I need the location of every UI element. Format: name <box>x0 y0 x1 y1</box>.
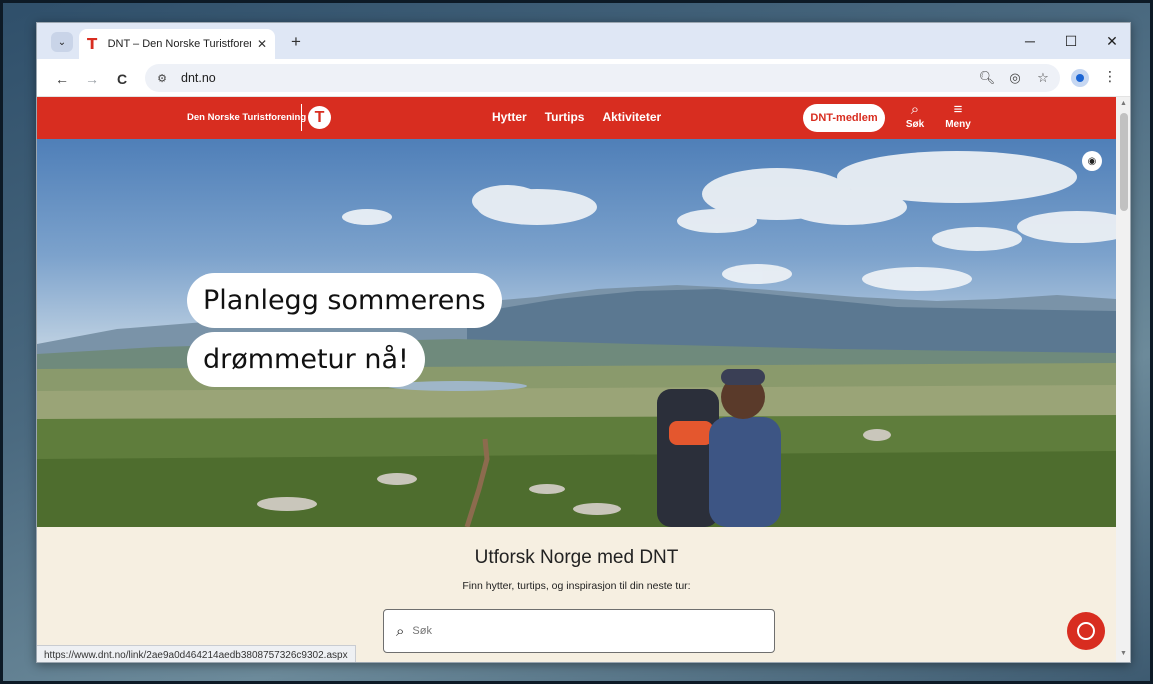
menu-button[interactable]: ≡ Meny <box>942 101 974 131</box>
status-bar-url: https://www.dnt.no/link/2ae9a0d464214aed… <box>37 645 356 662</box>
search-icon: ⌕ <box>910 101 920 118</box>
chat-button[interactable] <box>1067 612 1105 650</box>
dnt-member-button[interactable]: DNT-medlem <box>803 104 885 132</box>
back-button[interactable]: ← <box>51 68 73 90</box>
site-search-input[interactable] <box>412 625 743 637</box>
new-tab-button[interactable]: + <box>285 31 307 53</box>
url-text[interactable]: dnt.no <box>181 71 216 85</box>
profile-icon[interactable] <box>1071 69 1089 87</box>
scrollbar-thumb[interactable] <box>1120 113 1128 211</box>
site-header: Den Norske Turistforening T Hytter Turti… <box>37 97 1116 139</box>
chevron-down-icon: ⌄ <box>57 36 67 48</box>
dnt-favicon-icon: T <box>87 35 98 53</box>
window-close-button[interactable]: ✕ <box>1092 29 1130 53</box>
explore-title: Utforsk Norge med DNT <box>474 547 679 568</box>
tab-search-button[interactable]: ⌄ <box>51 32 73 52</box>
menu-icon: ≡ <box>953 101 963 118</box>
brand-divider <box>301 104 302 131</box>
minimize-button[interactable]: ─ <box>1010 29 1050 53</box>
tune-icon[interactable]: ⚙ <box>151 68 173 88</box>
scroll-up-icon[interactable]: ▲ <box>1120 100 1127 107</box>
chat-icon <box>1077 622 1095 640</box>
main-nav: Hytter Turtips Aktiviteter <box>492 110 661 124</box>
browser-toolbar: ← → C ⚙ dnt.no 🔍︎ ◎ ☆ ⋮ <box>37 59 1130 97</box>
star-icon[interactable]: ☆ <box>1033 68 1053 88</box>
search-label: Søk <box>905 119 925 130</box>
explore-subtitle: Finn hytter, turtips, og inspirasjon til… <box>462 580 691 592</box>
camera-icon[interactable]: ◉ <box>1082 151 1102 171</box>
tab-strip: ⌄ T DNT – Den Norske Turistforening ✕ + … <box>37 23 1130 59</box>
search-button[interactable]: ⌕ Søk <box>899 101 931 131</box>
hero-image: ◉ Planlegg sommerens drømmetur nå! <box>37 139 1116 527</box>
reload-button[interactable]: C <box>111 68 133 90</box>
kebab-icon[interactable]: ⋮ <box>1103 68 1117 85</box>
nav-link-turtips[interactable]: Turtips <box>545 110 585 124</box>
nav-link-hytter[interactable]: Hytter <box>492 110 527 124</box>
menu-label: Meny <box>945 119 971 130</box>
tab-dnt[interactable]: T DNT – Den Norske Turistforening ✕ <box>79 29 275 59</box>
tab-title: DNT – Den Norske Turistforening <box>107 38 251 50</box>
site-search-field[interactable]: ⌕ <box>383 609 775 653</box>
dnt-logo-icon[interactable]: T <box>308 106 331 129</box>
hero-headline-line1: Planlegg sommerens <box>187 273 502 328</box>
brand-name[interactable]: Den Norske Turistforening <box>187 112 306 123</box>
eye-off-icon[interactable]: ◎ <box>1005 68 1025 88</box>
hero-landscape <box>37 151 1116 527</box>
maximize-button[interactable]: ☐ <box>1051 29 1091 53</box>
zoom-icon[interactable]: 🔍︎ <box>977 68 997 88</box>
search-icon: ⌕ <box>396 622 405 640</box>
browser-window: ⌄ T DNT – Den Norske Turistforening ✕ + … <box>36 22 1131 663</box>
close-icon[interactable]: ✕ <box>257 37 267 51</box>
page-viewport: Den Norske Turistforening T Hytter Turti… <box>37 97 1116 662</box>
hero-headline-line2: drømmetur nå! <box>187 332 425 387</box>
scroll-down-icon[interactable]: ▼ <box>1120 650 1127 657</box>
nav-link-aktiviteter[interactable]: Aktiviteter <box>602 110 661 124</box>
forward-button[interactable]: → <box>81 68 103 90</box>
page-scrollbar[interactable]: ▲ ▼ <box>1116 97 1130 662</box>
address-bar[interactable]: ⚙ dnt.no 🔍︎ ◎ ☆ <box>145 64 1060 92</box>
